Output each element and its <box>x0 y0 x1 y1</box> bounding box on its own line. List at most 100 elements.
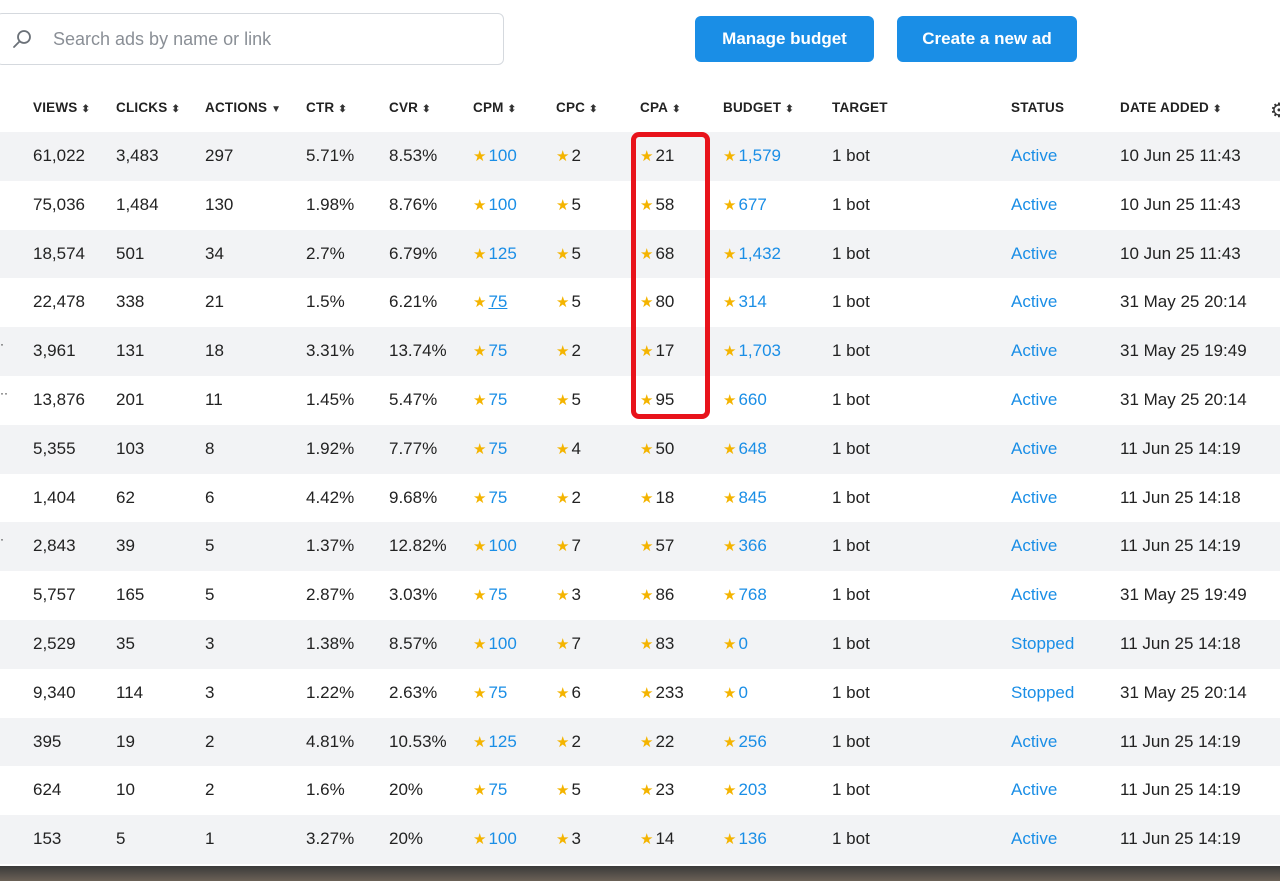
cell-budget[interactable]: ★ 136 <box>723 829 767 849</box>
sort-icon[interactable]: ⬍ <box>508 104 517 115</box>
create-ad-button[interactable]: Create a new ad <box>897 16 1077 62</box>
column-header-cpc[interactable]: CPC ⬍ <box>556 100 598 115</box>
cell-cpm[interactable]: ★ 125 <box>473 244 517 264</box>
cell-cpm[interactable]: ★ 75 <box>473 683 507 703</box>
cell-cpm[interactable]: ★ 75 <box>473 390 507 410</box>
cell-cpm[interactable]: ★ 100 <box>473 536 517 556</box>
cell-cpm[interactable]: ★ 100 <box>473 634 517 654</box>
sort-icon[interactable]: ▼ <box>271 104 281 115</box>
row-menu-icon[interactable]: ⋮ <box>1274 583 1280 604</box>
row-menu-icon[interactable]: ⋮ <box>1274 193 1280 214</box>
row-menu-icon[interactable]: ⋮ <box>1274 388 1280 409</box>
table-row[interactable]: 153 5 1 3.27% 20% ★ 100 ★ 3 ★ 14 ★ 136 1 bot Active 11 … <box>0 815 1280 864</box>
row-menu-icon[interactable]: ⋮ <box>1274 681 1280 702</box>
sort-icon[interactable]: ⬍ <box>672 104 681 115</box>
cell-status[interactable]: Active <box>1011 585 1057 605</box>
cell-budget[interactable]: ★ 648 <box>723 439 767 459</box>
row-menu-icon[interactable]: ⋮ <box>1274 437 1280 458</box>
row-menu-icon[interactable]: ⋮ <box>1274 242 1280 263</box>
table-row[interactable]: 2,529 35 3 1.38% 8.57% ★ 100 ★ 7 ★ 83 ★ 0 1 bot Stoppe… <box>0 619 1280 669</box>
sort-icon[interactable]: ⬍ <box>82 104 91 115</box>
column-header-views[interactable]: VIEWS ⬍ <box>33 100 90 115</box>
table-row[interactable]: 5,355 103 8 1.92% 7.77% ★ 75 ★ 4 ★ 50 ★ 648 1 bot Acti… <box>0 424 1280 474</box>
table-row[interactable]: · 2,843 39 5 1.37% 12.82% ★ 100 ★ 7 ★ 57 ★ 366 1 bot Ac… <box>0 522 1280 572</box>
cell-status[interactable]: Active <box>1011 292 1057 312</box>
cell-budget[interactable]: ★ 1,703 <box>723 341 781 361</box>
cell-status[interactable]: Active <box>1011 488 1057 508</box>
column-header-clicks[interactable]: CLICKS ⬍ <box>116 100 180 115</box>
cell-cpm[interactable]: ★ 100 <box>473 195 517 215</box>
cell-status[interactable]: Stopped <box>1011 634 1074 654</box>
column-header-cpm[interactable]: CPM ⬍ <box>473 100 516 115</box>
sort-icon[interactable]: ⬍ <box>338 104 347 115</box>
sort-icon[interactable]: ⬍ <box>785 104 794 115</box>
table-row[interactable]: 61,022 3,483 297 5.71% 8.53% ★ 100 ★ 2 ★ 21 ★ 1,579 1… <box>0 132 1280 181</box>
cell-cpm[interactable]: ★ 75 <box>473 585 507 605</box>
cell-budget[interactable]: ★ 256 <box>723 732 767 752</box>
cell-budget[interactable]: ★ 314 <box>723 292 767 312</box>
table-row[interactable]: 22,478 338 21 1.5% 6.21% ★ 75 ★ 5 ★ 80 ★ 314 1 bot Act… <box>0 278 1280 328</box>
cell-budget[interactable]: ★ 677 <box>723 195 767 215</box>
cell-budget[interactable]: ★ 203 <box>723 780 767 800</box>
search-box[interactable] <box>0 13 504 65</box>
sort-icon[interactable]: ⬍ <box>589 104 598 115</box>
cell-status[interactable]: Active <box>1011 439 1057 459</box>
cell-cpm[interactable]: ★ 75 <box>473 341 507 361</box>
sort-icon[interactable]: ⬍ <box>171 104 180 115</box>
row-menu-icon[interactable]: ⋮ <box>1274 778 1280 799</box>
cell-budget[interactable]: ★ 660 <box>723 390 767 410</box>
column-header-budget[interactable]: BUDGET ⬍ <box>723 100 794 115</box>
cell-budget[interactable]: ★ 845 <box>723 488 767 508</box>
cell-cpm[interactable]: ★ 75 <box>473 780 507 800</box>
cell-cpm[interactable]: ★ 100 <box>473 829 517 849</box>
row-menu-icon[interactable]: ⋮ <box>1274 339 1280 360</box>
table-row[interactable]: 9,340 114 3 1.22% 2.63% ★ 75 ★ 6 ★ 233 ★ 0 1 bot Stopp… <box>0 668 1280 718</box>
search-input[interactable] <box>53 24 483 54</box>
cell-budget[interactable]: ★ 366 <box>723 536 767 556</box>
column-header-ctr[interactable]: CTR ⬍ <box>306 100 347 115</box>
cell-cpm[interactable]: ★ 100 <box>473 146 517 166</box>
cell-budget[interactable]: ★ 0 <box>723 683 748 703</box>
cell-budget[interactable]: ★ 1,432 <box>723 244 781 264</box>
cell-status[interactable]: Active <box>1011 780 1057 800</box>
row-menu-icon[interactable]: ⋮ <box>1274 486 1280 507</box>
cell-status[interactable]: Stopped <box>1011 683 1074 703</box>
cell-cpm[interactable]: ★ 125 <box>473 732 517 752</box>
row-menu-icon[interactable]: ⋮ <box>1274 730 1280 751</box>
cell-budget[interactable]: ★ 768 <box>723 585 767 605</box>
cell-status[interactable]: Active <box>1011 829 1057 849</box>
row-menu-icon[interactable]: ⋮ <box>1274 632 1280 653</box>
column-header-actions[interactable]: ACTIONS ▼ <box>205 100 281 115</box>
table-row[interactable]: 395 19 2 4.81% 10.53% ★ 125 ★ 2 ★ 22 ★ 256 1 bot Activ… <box>0 717 1280 767</box>
cell-cpm[interactable]: ★ 75 <box>473 292 507 312</box>
cell-status[interactable]: Active <box>1011 341 1057 361</box>
cell-cpm[interactable]: ★ 75 <box>473 488 507 508</box>
cell-status[interactable]: Active <box>1011 390 1057 410</box>
cell-budget[interactable]: ★ 0 <box>723 634 748 654</box>
column-header-cpa[interactable]: CPA ⬍ <box>640 100 681 115</box>
table-row[interactable]: 5,757 165 5 2.87% 3.03% ★ 75 ★ 3 ★ 86 ★ 768 1 bot Acti… <box>0 571 1280 620</box>
table-row[interactable]: · 3,961 131 18 3.31% 13.74% ★ 75 ★ 2 ★ 17 ★ 1,703 1 bo… <box>0 327 1280 376</box>
cell-status[interactable]: Active <box>1011 732 1057 752</box>
cell-status[interactable]: Active <box>1011 146 1057 166</box>
row-menu-icon[interactable]: ⋮ <box>1274 290 1280 311</box>
cell-status[interactable]: Active <box>1011 195 1057 215</box>
table-row[interactable]: 1,404 62 6 4.42% 9.68% ★ 75 ★ 2 ★ 18 ★ 845 1 bot Activ… <box>0 473 1280 523</box>
sort-icon[interactable]: ⬍ <box>422 104 431 115</box>
table-row[interactable]: 18,574 501 34 2.7% 6.79% ★ 125 ★ 5 ★ 68 ★ 1,432 1 bot… <box>0 229 1280 279</box>
cell-status[interactable]: Active <box>1011 244 1057 264</box>
table-row[interactable]: 624 10 2 1.6% 20% ★ 75 ★ 5 ★ 23 ★ 203 1 bot Active 11 J… <box>0 766 1280 816</box>
column-header-cvr[interactable]: CVR ⬍ <box>389 100 431 115</box>
row-menu-icon[interactable]: ⋮ <box>1274 144 1280 165</box>
table-row[interactable]: 75,036 1,484 130 1.98% 8.76% ★ 100 ★ 5 ★ 58 ★ 677 1 b… <box>0 180 1280 230</box>
table-row[interactable]: ·· 13,876 201 11 1.45% 5.47% ★ 75 ★ 5 ★ 95 ★ 660 1 bot… <box>0 375 1280 425</box>
cell-cpm[interactable]: ★ 75 <box>473 439 507 459</box>
gear-icon[interactable]: ⚙ <box>1270 98 1280 123</box>
row-menu-icon[interactable]: ⋮ <box>1274 827 1280 848</box>
cell-budget[interactable]: ★ 1,579 <box>723 146 781 166</box>
cell-status[interactable]: Active <box>1011 536 1057 556</box>
manage-budget-button[interactable]: Manage budget <box>695 16 874 62</box>
column-header-date[interactable]: DATE ADDED ⬍ <box>1120 100 1222 115</box>
row-menu-icon[interactable]: ⋮ <box>1274 534 1280 555</box>
sort-icon[interactable]: ⬍ <box>1213 104 1222 115</box>
